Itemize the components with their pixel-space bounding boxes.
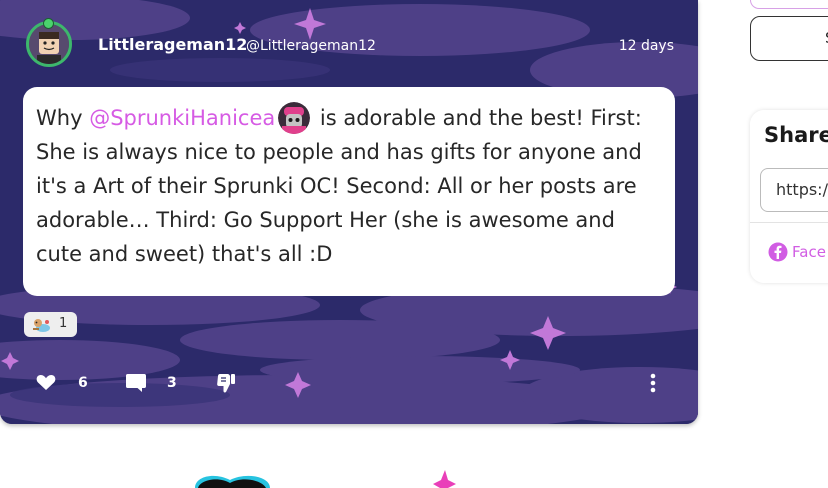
- side-action-button[interactable]: S: [750, 16, 828, 61]
- bottom-decoration: [195, 470, 456, 488]
- share-facebook-button[interactable]: Face: [768, 242, 826, 262]
- reaction-count: 1: [59, 316, 68, 331]
- share-facebook-label: Face: [792, 243, 826, 261]
- top-pill-button[interactable]: [750, 0, 828, 9]
- speech-bubble-icon[interactable]: [125, 373, 147, 393]
- heart-icon[interactable]: [36, 374, 56, 391]
- post-text: Why @SprunkiHanicea is adorable and the …: [36, 101, 666, 271]
- post-content: Why @SprunkiHanicea is adorable and the …: [23, 87, 675, 296]
- post-header: Littlerageman12 @Littlerageman12 12 days: [0, 0, 698, 90]
- share-divider: [750, 222, 828, 223]
- share-title: Share: [764, 123, 828, 147]
- post-timestamp: 12 days: [618, 38, 674, 54]
- author-name[interactable]: Littlerageman12: [98, 35, 247, 54]
- share-url-field[interactable]: https:/: [760, 168, 828, 212]
- mention-avatar: [278, 102, 311, 134]
- facebook-icon: [768, 242, 788, 262]
- online-badge: [43, 18, 54, 29]
- thumbs-down-icon[interactable]: [216, 372, 236, 394]
- post-text-intro: Why: [36, 106, 90, 130]
- more-vertical-icon[interactable]: [649, 373, 657, 393]
- share-url-text: https:/: [776, 180, 828, 199]
- comment-count: 3: [167, 375, 177, 391]
- like-count: 6: [78, 375, 88, 391]
- mention-link[interactable]: @SprunkiHanicea: [89, 106, 275, 130]
- post-text-body: is adorable and the best! First: She is …: [36, 106, 642, 266]
- reaction-chip[interactable]: 1: [24, 312, 77, 337]
- author-handle[interactable]: @Littlerageman12: [246, 38, 376, 54]
- reaction-emoji-icon: [33, 319, 50, 332]
- share-card: Share https:/ Face: [750, 110, 828, 283]
- post-card: Littlerageman12 @Littlerageman12 12 days…: [0, 0, 698, 424]
